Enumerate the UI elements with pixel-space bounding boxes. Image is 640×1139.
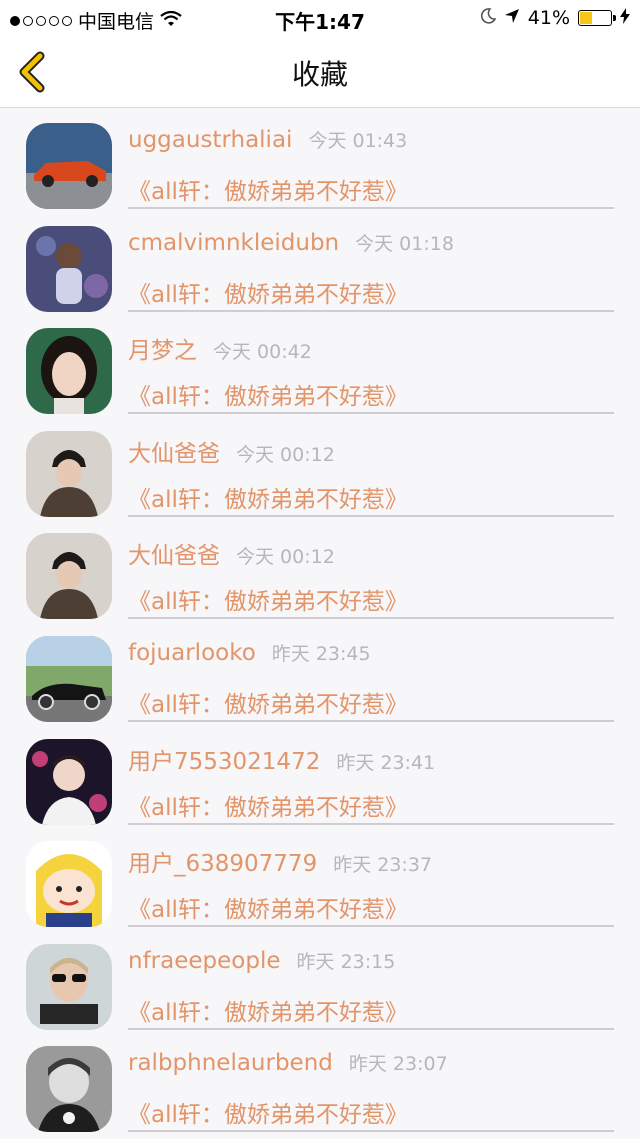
avatar xyxy=(26,943,112,1030)
avatar xyxy=(26,533,112,620)
item-meta: ralbphnelaurbend 昨天 23:07 xyxy=(128,1049,448,1076)
status-right: 41% xyxy=(480,7,630,29)
user-name: 大仙爸爸 xyxy=(128,440,220,467)
divider xyxy=(128,1130,614,1133)
page-title: 收藏 xyxy=(291,58,348,91)
battery-icon xyxy=(578,10,616,26)
avatar xyxy=(26,430,112,517)
book-title: 《all轩：傲娇弟弟不好惹》 xyxy=(128,691,408,718)
item-meta: fojuarlooko 昨天 23:45 xyxy=(128,639,371,666)
item-time: 今天 01:18 xyxy=(355,232,454,255)
user-name: 用户7553021472 xyxy=(128,748,321,775)
list-item[interactable]: uggaustrhaliai 今天 01:43 《all轩：傲娇弟弟不好惹》 xyxy=(0,108,640,211)
user-name: ralbphnelaurbend xyxy=(128,1050,333,1077)
divider xyxy=(128,617,614,620)
avatar xyxy=(26,1046,112,1133)
battery-percent: 41% xyxy=(527,7,570,29)
list-item[interactable]: 大仙爸爸 今天 00:12 《all轩：傲娇弟弟不好惹》 xyxy=(0,518,640,621)
divider xyxy=(128,925,614,928)
item-meta: 用户7553021472 昨天 23:41 xyxy=(128,742,435,776)
item-time: 今天 00:12 xyxy=(236,546,335,569)
item-meta: uggaustrhaliai 今天 01:43 xyxy=(128,126,407,153)
item-time: 今天 00:12 xyxy=(236,443,335,466)
divider xyxy=(128,1027,614,1030)
book-title: 《all轩：傲娇弟弟不好惹》 xyxy=(128,486,408,513)
list-item[interactable]: cmalvimnkleidubn 今天 01:18 《all轩：傲娇弟弟不好惹》 xyxy=(0,211,640,314)
avatar xyxy=(26,635,112,722)
user-name: 大仙爸爸 xyxy=(128,543,220,570)
item-time: 今天 01:43 xyxy=(308,130,408,152)
book-title: 《all轩：傲娇弟弟不好惹》 xyxy=(128,897,408,924)
item-time: 昨天 23:45 xyxy=(271,642,371,665)
moon-icon xyxy=(480,7,497,29)
user-name: 月梦之 xyxy=(128,338,197,365)
item-time: 今天 00:42 xyxy=(213,341,312,364)
item-meta: 用户_638907779 昨天 23:37 xyxy=(128,844,432,878)
user-name: cmalvimnkleidubn xyxy=(128,229,340,256)
divider xyxy=(128,309,614,312)
book-title: 《all轩：傲娇弟弟不好惹》 xyxy=(128,384,408,411)
list-item[interactable]: fojuarlooko 昨天 23:45 《all轩：傲娇弟弟不好惹》 xyxy=(0,621,640,724)
item-time: 昨天 23:41 xyxy=(336,751,436,774)
item-meta: cmalvimnkleidubn 今天 01:18 xyxy=(128,229,454,256)
user-name: 用户_638907779 xyxy=(128,851,318,878)
charging-icon xyxy=(620,7,630,29)
item-meta: 月梦之 今天 00:42 xyxy=(128,331,312,365)
book-title: 《all轩：傲娇弟弟不好惹》 xyxy=(128,589,408,616)
item-meta: 大仙爸爸 今天 00:12 xyxy=(128,536,335,570)
divider xyxy=(128,514,614,517)
item-time: 昨天 23:15 xyxy=(296,950,396,973)
user-name: nfraeepeople xyxy=(128,947,281,974)
list-item[interactable]: ralbphnelaurbend 昨天 23:07 《all轩：傲娇弟弟不好惹》 xyxy=(0,1031,640,1134)
item-meta: 大仙爸爸 今天 00:12 xyxy=(128,434,335,468)
list-item[interactable]: 用户7553021472 昨天 23:41 《all轩：傲娇弟弟不好惹》 xyxy=(0,724,640,827)
location-arrow-icon xyxy=(504,7,520,29)
divider xyxy=(128,412,614,415)
favorites-list: uggaustrhaliai 今天 01:43 《all轩：傲娇弟弟不好惹》 cm… xyxy=(0,108,640,1134)
book-title: 《all轩：傲娇弟弟不好惹》 xyxy=(128,1102,408,1129)
status-bar: 中国电信 下午1:47 41% xyxy=(0,0,640,36)
list-item[interactable]: 大仙爸爸 今天 00:12 《all轩：傲娇弟弟不好惹》 xyxy=(0,416,640,519)
user-name: fojuarlooko xyxy=(128,639,256,666)
item-time: 昨天 23:07 xyxy=(348,1053,448,1076)
list-item[interactable]: 用户_638907779 昨天 23:37 《all轩：傲娇弟弟不好惹》 xyxy=(0,826,640,929)
battery-level xyxy=(580,12,592,24)
book-title: 《all轩：傲娇弟弟不好惹》 xyxy=(128,179,408,205)
avatar xyxy=(26,841,112,928)
avatar xyxy=(26,123,112,209)
divider xyxy=(128,719,614,722)
user-name: uggaustrhaliai xyxy=(128,127,293,153)
item-meta: nfraeepeople 昨天 23:15 xyxy=(128,947,395,974)
book-title: 《all轩：傲娇弟弟不好惹》 xyxy=(128,794,408,821)
avatar xyxy=(26,738,112,825)
book-title: 《all轩：傲娇弟弟不好惹》 xyxy=(128,281,408,308)
divider xyxy=(128,207,614,209)
item-time: 昨天 23:37 xyxy=(333,854,432,877)
book-title: 《all轩：傲娇弟弟不好惹》 xyxy=(128,999,408,1026)
divider xyxy=(128,822,614,825)
avatar xyxy=(26,225,112,312)
list-item[interactable]: 月梦之 今天 00:42 《all轩：傲娇弟弟不好惹》 xyxy=(0,313,640,416)
avatar xyxy=(26,328,112,415)
list-item[interactable]: nfraeepeople 昨天 23:15 《all轩：傲娇弟弟不好惹》 xyxy=(0,929,640,1032)
nav-bar: 收藏 xyxy=(0,36,640,108)
